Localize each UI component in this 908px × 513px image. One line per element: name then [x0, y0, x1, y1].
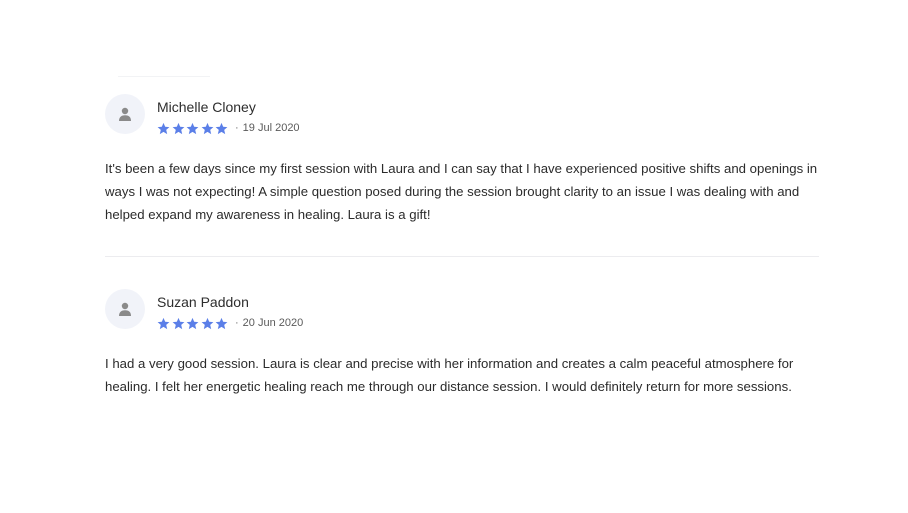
user-icon [119, 302, 131, 316]
review-meta: · 20 Jun 2020 [157, 316, 303, 330]
review-meta: · 19 Jul 2020 [157, 121, 300, 135]
user-icon [119, 107, 131, 121]
star-rating [157, 317, 228, 330]
star-icon [157, 122, 170, 135]
review-divider [105, 256, 819, 257]
star-icon [186, 317, 199, 330]
star-icon [172, 317, 185, 330]
review-item: Michelle Cloney · 19 Jul 2020 It's been … [105, 94, 819, 226]
review-date: 19 Jul 2020 [242, 122, 300, 134]
meta-separator: · [235, 122, 239, 134]
review-date: 20 Jun 2020 [242, 317, 304, 329]
reviewer-name: Michelle Cloney [157, 99, 256, 115]
star-rating [157, 122, 228, 135]
reviewer-name: Suzan Paddon [157, 294, 249, 310]
review-text: It's been a few days since my first sess… [105, 161, 818, 222]
review-header: Suzan Paddon · 20 Jun 2020 [105, 289, 819, 329]
star-icon [157, 317, 170, 330]
star-icon [172, 122, 185, 135]
review-header: Michelle Cloney · 19 Jul 2020 [105, 94, 819, 134]
avatar [105, 289, 145, 329]
star-icon [215, 317, 228, 330]
star-icon [201, 317, 214, 330]
top-faint-divider [118, 76, 210, 77]
star-icon [215, 122, 228, 135]
review-item: Suzan Paddon · 20 Jun 2020 I had a very … [105, 289, 819, 398]
star-icon [186, 122, 199, 135]
meta-separator: · [235, 317, 239, 329]
star-icon [201, 122, 214, 135]
review-text: I had a very good session. Laura is clea… [105, 356, 794, 394]
avatar [105, 94, 145, 134]
